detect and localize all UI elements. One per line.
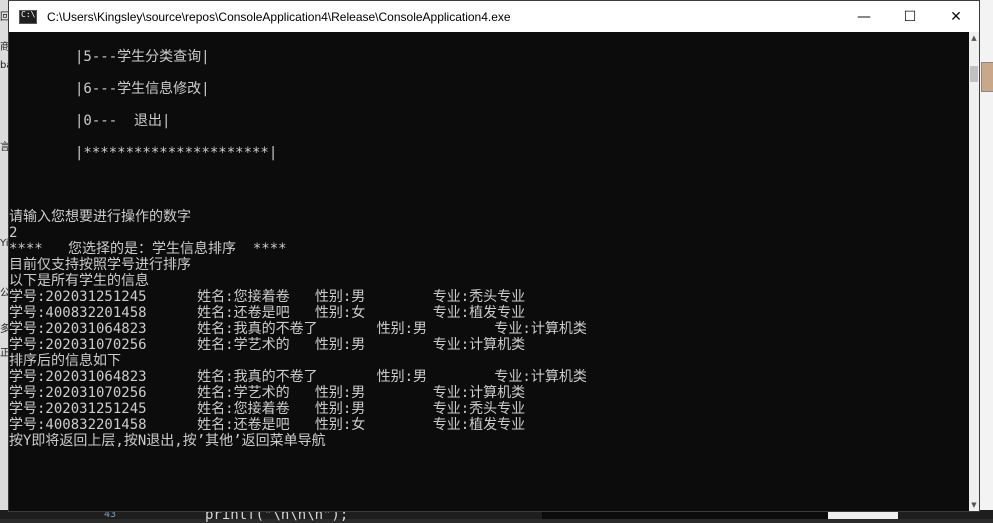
avatar (981, 62, 993, 92)
scroll-down-icon[interactable]: ▼ (969, 501, 979, 509)
menu-separator: |**********************| (75, 145, 278, 161)
info-line: 排序后的信息如下 (9, 353, 121, 369)
student-record: 学号:202031064823 姓名:我真的不卷了 性别:男 专业:计算机类 (9, 321, 587, 337)
selection-line: **** 您选择的是：学生信息排序 **** (9, 241, 287, 257)
maximize-button[interactable]: ☐ (887, 1, 933, 32)
student-record: 学号:400832201458 姓名:还卷是吧 性别:女 专业:植发专业 (9, 417, 526, 433)
vertical-scrollbar[interactable]: ▲ ▼ (969, 32, 979, 511)
student-record: 学号:202031070256 姓名:学艺术的 性别:男 专业:计算机类 (9, 385, 526, 401)
background-window-left: 回 商 ba 言 Yi 公 多 正 (0, 0, 12, 519)
prompt-line: 按Y即将返回上层,按N退出,按’其他’返回菜单导航 (9, 433, 326, 449)
close-button[interactable]: ✕ (933, 1, 979, 32)
info-line: 以下是所有学生的信息 (9, 273, 149, 289)
student-record: 学号:400832201458 姓名:还卷是吧 性别:女 专业:植发专业 (9, 305, 526, 321)
window-title: C:\Users\Kingsley\source\repos\ConsoleAp… (47, 9, 511, 24)
scroll-up-icon[interactable]: ▲ (969, 34, 979, 42)
info-line: 目前仅支持按照学号进行排序 (9, 257, 191, 273)
console-app-icon (19, 9, 37, 24)
title-bar[interactable]: C:\Users\Kingsley\source\repos\ConsoleAp… (9, 1, 979, 32)
student-record: 学号:202031070256 姓名:学艺术的 性别:男 专业:计算机类 (9, 337, 526, 353)
menu-item: |6---学生信息修改| (75, 81, 210, 97)
minimize-button[interactable]: — (841, 1, 887, 32)
student-record: 学号:202031251245 姓名:您接着卷 性别:男 专业:秃头专业 (9, 401, 526, 417)
student-record: 学号:202031064823 姓名:我真的不卷了 性别:男 专业:计算机类 (9, 369, 587, 385)
menu-item: |0--- 退出| (75, 113, 171, 129)
student-record: 学号:202031251245 姓名:您接着卷 性别:男 专业:秃头专业 (9, 289, 526, 305)
console-output-area[interactable]: |5---学生分类查询| |6---学生信息修改| |0--- 退出| |***… (9, 32, 969, 512)
scrollbar-thumb[interactable] (970, 66, 978, 82)
background-window-right (980, 0, 993, 519)
prompt-line: 请输入您想要进行操作的数字 (9, 209, 191, 225)
menu-item: |5---学生分类查询| (75, 49, 210, 65)
user-input-line: 2 (9, 225, 18, 241)
console-window[interactable]: C:\Users\Kingsley\source\repos\ConsoleAp… (8, 0, 980, 512)
